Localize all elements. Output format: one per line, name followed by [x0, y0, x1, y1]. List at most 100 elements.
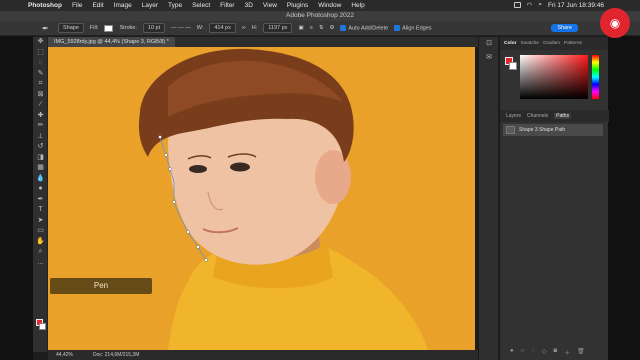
menu-help[interactable]: Help	[351, 2, 364, 9]
more-tools-icon[interactable]: …	[33, 258, 48, 269]
path-thumbnail	[506, 126, 515, 134]
menu-type[interactable]: Type	[168, 2, 182, 9]
menu-3d[interactable]: 3D	[245, 2, 253, 9]
align-edges-checkbox[interactable]: Align Edges	[394, 24, 432, 31]
tab-patterns[interactable]: Patterns	[564, 41, 582, 46]
height-field[interactable]: 1197 px	[263, 23, 293, 33]
path-select-tool-icon[interactable]: ➤	[33, 216, 48, 227]
frame-tool-icon[interactable]: ⊠	[33, 90, 48, 101]
anchor-point[interactable]	[196, 245, 200, 249]
tool-caption-text: Pen	[93, 281, 109, 290]
settings-gear-icon[interactable]: ⚙	[329, 25, 334, 31]
anchor-point[interactable]	[158, 135, 162, 139]
color-picker-field[interactable]	[520, 55, 588, 99]
blur-tool-icon[interactable]: 💧	[33, 174, 48, 185]
tab-paths[interactable]: Paths	[554, 113, 571, 119]
path-row[interactable]: Shape 3 Shape Path	[503, 124, 603, 136]
anchor-point[interactable]	[204, 258, 208, 262]
tab-color[interactable]: Color	[504, 41, 517, 46]
menu-layer[interactable]: Layer	[142, 2, 158, 9]
tab-gradients[interactable]: Gradien	[543, 41, 560, 46]
fill-path-icon[interactable]: ●	[510, 348, 514, 357]
link-icon[interactable]: ∞	[242, 25, 246, 31]
path-name: Shape 3 Shape Path	[519, 127, 566, 133]
anchor-point[interactable]	[186, 230, 190, 234]
hue-slider[interactable]	[592, 55, 599, 99]
lasso-tool-icon[interactable]: ◌	[33, 58, 48, 69]
menu-window[interactable]: Window	[318, 2, 341, 9]
eraser-tool-icon[interactable]: ◨	[33, 153, 48, 164]
crop-tool-icon[interactable]: ⌗	[33, 79, 48, 90]
stroke-style-select[interactable]: — — —	[171, 25, 191, 31]
make-work-path-icon[interactable]: ◇	[542, 348, 547, 357]
stroke-path-icon[interactable]: ○	[521, 348, 525, 357]
width-field[interactable]: 414 px	[209, 23, 236, 33]
document-tabbar: IMG_5928rdy.jpg @ 44,4% (Shape 3, RGB/8)…	[48, 37, 488, 47]
auto-add-delete-checkbox[interactable]: Auto Add/Delete	[340, 24, 389, 32]
auto-add-delete-label: Auto Add/Delete	[348, 25, 389, 32]
tab-channels[interactable]: Channels	[527, 113, 548, 119]
wifi-icon[interactable]: ◠	[527, 1, 533, 9]
panel-background-swatch[interactable]	[509, 62, 517, 70]
zoom-tool-icon[interactable]: ⌕	[33, 247, 48, 258]
history-panel-icon[interactable]: ⊡	[479, 37, 499, 51]
type-tool-icon[interactable]: T	[33, 205, 48, 216]
menu-edit[interactable]: Edit	[92, 2, 103, 9]
brush-tool-icon[interactable]: ✏	[33, 121, 48, 132]
menu-file[interactable]: File	[72, 2, 82, 9]
fill-swatch[interactable]	[104, 24, 114, 32]
stamp-tool-icon[interactable]: ⊥	[33, 132, 48, 143]
move-tool-icon[interactable]: ✥	[33, 37, 48, 48]
path-ops-icon[interactable]: ▣	[298, 25, 303, 31]
search-icon[interactable]: ⌕	[538, 1, 542, 9]
add-mask-icon[interactable]: ◙	[553, 348, 557, 357]
tab-swatches[interactable]: Swatche	[521, 41, 539, 46]
artboard-tool-icon[interactable]: ⬚	[33, 48, 48, 59]
delete-path-icon[interactable]: 🗑	[577, 348, 585, 357]
tools-panel: ✥ ⬚ ◌ ✎ ⌗ ⊠ ⁄ ✚ ✏ ⊥ ↺ ◨ ▦ 💧 ● ✒ T ➤ ▭ ✋ …	[33, 37, 48, 352]
height-label: H:	[251, 25, 258, 31]
checkmark-icon	[394, 24, 401, 31]
status-bar: 44,42% Doc: 214,6M/215,3M	[48, 350, 478, 360]
path-arrange-icon[interactable]: ⇅	[319, 25, 324, 31]
share-button[interactable]: Share	[551, 24, 578, 32]
history-brush-icon[interactable]: ↺	[33, 142, 48, 153]
gradient-tool-icon[interactable]: ▦	[33, 163, 48, 174]
eye-icon[interactable]: ◉	[600, 8, 630, 38]
eyedropper-tool-icon[interactable]: ⁄	[33, 100, 48, 111]
window-titlebar: Adobe Photoshop 2022	[0, 11, 640, 21]
dodge-tool-icon[interactable]: ●	[33, 184, 48, 195]
pen-tool-icon[interactable]: ✒	[42, 24, 52, 33]
stroke-size-field[interactable]: 10 pt	[142, 23, 166, 33]
menu-filter[interactable]: Filter	[220, 2, 234, 9]
document-tab[interactable]: IMG_5928rdy.jpg @ 44,4% (Shape 3, RGB/8)…	[48, 37, 175, 47]
anchor-point[interactable]	[172, 200, 176, 204]
new-path-icon[interactable]: ＋	[564, 348, 570, 357]
anchor-point[interactable]	[164, 153, 168, 157]
background-color-swatch[interactable]	[39, 323, 46, 330]
load-selection-icon[interactable]: ◌	[531, 348, 535, 357]
menu-image[interactable]: Image	[114, 2, 132, 9]
menu-app-name[interactable]: Photoshop	[28, 2, 62, 9]
menu-plugins[interactable]: Plugins	[287, 2, 308, 9]
hand-tool-icon[interactable]: ✋	[33, 237, 48, 248]
left-gutter	[0, 11, 33, 360]
mode-select[interactable]: Shape	[58, 23, 84, 33]
menu-view[interactable]: View	[263, 2, 277, 9]
shape-tool-icon[interactable]: ▭	[33, 226, 48, 237]
tool-caption-overlay: Pen	[50, 278, 152, 294]
anchor-point[interactable]	[168, 167, 172, 171]
document-canvas[interactable]	[48, 47, 475, 350]
path-align-icon[interactable]: ≡	[310, 25, 313, 31]
battery-icon[interactable]	[513, 2, 521, 8]
comments-panel-icon[interactable]: ✉	[479, 51, 499, 65]
mac-menubar: Photoshop File Edit Image Layer Type Sel…	[0, 0, 640, 11]
checkmark-icon	[340, 24, 347, 31]
tab-layers[interactable]: Layers	[506, 113, 521, 119]
menu-select[interactable]: Select	[192, 2, 210, 9]
menubar-clock[interactable]: Fri 17 Jun 18:39:46	[548, 2, 604, 9]
quick-select-tool-icon[interactable]: ✎	[33, 69, 48, 80]
healing-tool-icon[interactable]: ✚	[33, 111, 48, 122]
pen-tool-icon[interactable]: ✒	[33, 195, 48, 206]
zoom-level[interactable]: 44,42%	[56, 350, 73, 360]
